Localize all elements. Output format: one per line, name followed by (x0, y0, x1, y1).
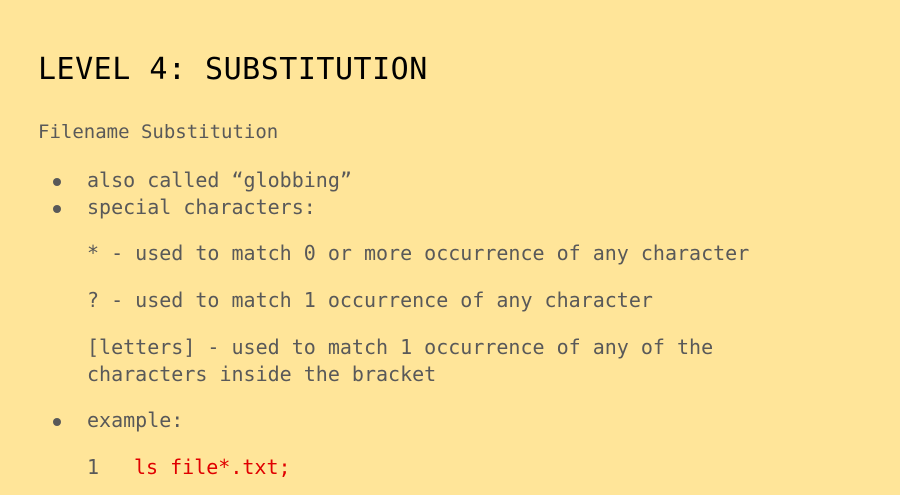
code-line-number: 1 (87, 455, 100, 479)
bullet-dot-icon (53, 418, 61, 426)
bullet-dot-icon (53, 205, 61, 213)
slide-title: LEVEL 4: SUBSTITUTION (38, 52, 428, 87)
bullet-item-example: example: (87, 408, 184, 432)
code-snippet: ls file*.txt; (134, 455, 291, 479)
bullet-dot-icon (53, 178, 61, 186)
special-char-description: * - used to match 0 or more occurrence o… (87, 241, 750, 265)
bullet-item: also called “globbing” (87, 168, 352, 192)
bullet-item: special characters: (87, 195, 316, 219)
slide-subtitle: Filename Substitution (38, 121, 279, 143)
slide: LEVEL 4: SUBSTITUTION Filename Substitut… (0, 0, 900, 495)
special-char-description: [letters] - used to match 1 occurrence o… (87, 335, 714, 359)
special-char-description: ? - used to match 1 occurrence of any ch… (87, 288, 653, 312)
special-char-description-continued: characters inside the bracket (87, 362, 437, 386)
